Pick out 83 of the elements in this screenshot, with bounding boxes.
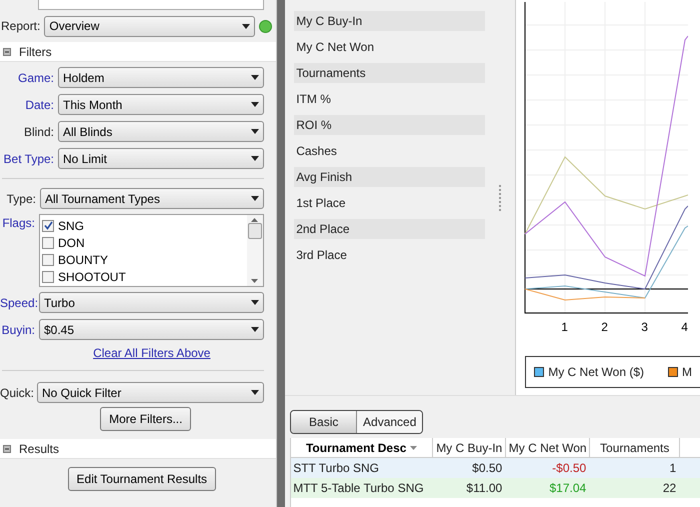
input-field[interactable] <box>38 0 264 10</box>
stat-label: ITM % <box>295 91 332 108</box>
clear-filters-link[interactable]: Clear All Filters Above <box>93 344 210 362</box>
column-header[interactable]: Tournaments <box>590 438 680 457</box>
caret-icon <box>250 300 259 305</box>
stat-label: Avg Finish <box>294 167 486 187</box>
filter-label: Game: <box>16 70 54 86</box>
more-filters-button[interactable]: More Filters... <box>100 407 192 431</box>
filter-label: Buyin: <box>0 322 35 338</box>
sort-icon <box>410 446 418 450</box>
column-header[interactable]: My C Net Won <box>506 438 590 457</box>
filter-label: Speed: <box>0 294 35 312</box>
x-axis-tick: 3 <box>641 319 648 336</box>
stat-label: My C Buy-In <box>294 11 486 31</box>
table-cell-text: 1 <box>668 460 678 477</box>
caret-icon <box>250 75 259 80</box>
filter-label: Blind: <box>22 124 54 140</box>
section-header[interactable]: Results <box>0 439 276 459</box>
table-row[interactable]: MTT 5-Table Turbo SNG $11.00 $17.04 22 <box>291 478 700 498</box>
view-tab[interactable]: Basic <box>291 411 358 433</box>
table-cell-text: $0.50 <box>471 460 504 477</box>
collapse-icon <box>3 48 11 56</box>
table-cell-text: $17.04 <box>548 480 588 497</box>
view-tab[interactable]: Advanced <box>357 411 422 433</box>
flag-option[interactable]: BOUNTY <box>42 251 247 268</box>
caret-icon <box>250 102 259 107</box>
column-header[interactable]: My C Buy-In <box>433 438 506 457</box>
dropdown[interactable]: No Quick Filter <box>37 382 264 403</box>
column-header[interactable]: Tournament Desc <box>291 438 434 457</box>
table-row[interactable]: STT Turbo SNG $0.50 -$0.50 1 <box>291 458 700 478</box>
stat-label: Cashes <box>295 143 338 160</box>
table-cell-text: $11.00 <box>465 480 504 497</box>
checkmark-icon <box>44 221 52 230</box>
filter-label: Quick: <box>0 384 33 402</box>
x-axis-tick: 1 <box>561 319 568 336</box>
x-axis-tick: 2 <box>601 319 608 336</box>
filter-label: Bet Type: <box>2 150 54 168</box>
edit-results-button[interactable]: Edit Tournament Results <box>68 467 216 491</box>
dropdown[interactable]: This Month <box>58 94 264 115</box>
table-cell-text: STT Turbo SNG <box>292 460 380 477</box>
checkbox[interactable] <box>42 254 54 266</box>
checkbox[interactable] <box>42 220 54 232</box>
filter-label: Type: <box>6 190 36 208</box>
caret-icon <box>242 24 250 28</box>
table-cell-text: -$0.50 <box>551 460 588 477</box>
caret-icon <box>250 196 259 201</box>
stat-label: 2nd Place <box>294 219 486 239</box>
filter-label: Date: <box>24 96 54 114</box>
caret-icon <box>250 156 259 161</box>
dropdown[interactable]: All Tournament Types <box>40 188 264 209</box>
checkbox[interactable] <box>42 236 54 248</box>
scrollbar[interactable] <box>246 215 263 286</box>
table-cell-text: 22 <box>662 480 678 497</box>
flag-option[interactable]: SHOOTOUT <box>42 268 247 285</box>
scroll-thumb[interactable] <box>248 222 262 238</box>
help-icon[interactable] <box>258 20 272 32</box>
report-label: Report: <box>0 18 40 35</box>
dropdown[interactable]: No Limit <box>58 148 264 169</box>
scroll-down-icon[interactable] <box>251 279 258 283</box>
caret-icon <box>250 327 259 332</box>
x-axis-tick: 4 <box>681 319 688 336</box>
dropdown[interactable]: All Blinds <box>58 121 264 142</box>
caret-icon <box>250 129 259 134</box>
table-cell-text: MTT 5-Table Turbo SNG <box>292 480 425 497</box>
legend-label: M <box>682 364 692 381</box>
dropdown[interactable]: Turbo <box>39 292 264 313</box>
stat-label: My C Net Won <box>295 39 375 56</box>
collapse-icon <box>3 444 11 452</box>
stat-label: ROI % <box>294 115 486 135</box>
dropdown[interactable]: Overview <box>44 16 255 36</box>
flag-option[interactable]: DON <box>42 234 247 251</box>
resize-grip[interactable] <box>499 184 502 210</box>
flag-option[interactable]: SNG <box>42 217 247 234</box>
filter-label: Flags: <box>1 215 35 232</box>
stat-label: 3rd Place <box>295 247 348 264</box>
stat-label: 1st Place <box>295 195 347 212</box>
caret-icon <box>250 390 259 395</box>
stat-label: Tournaments <box>294 63 486 83</box>
dropdown[interactable]: $0.45 <box>39 319 264 340</box>
legend-label: My C Net Won ($) <box>548 364 644 381</box>
dropdown[interactable]: Holdem <box>58 67 264 88</box>
section-header[interactable]: Filters <box>0 42 276 62</box>
checkbox[interactable] <box>42 270 54 282</box>
